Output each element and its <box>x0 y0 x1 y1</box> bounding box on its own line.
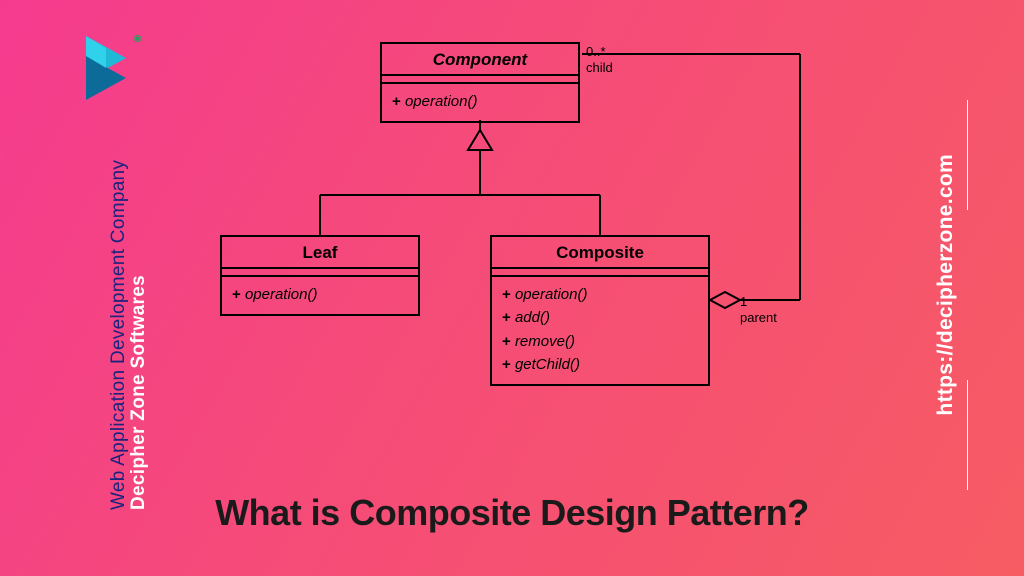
assoc-child-role: child <box>586 60 613 75</box>
uml-class-composite: Composite operation() add() remove() get… <box>490 235 710 386</box>
assoc-child-mult: 0..* <box>586 44 606 59</box>
page-title: What is Composite Design Pattern? <box>0 492 1024 534</box>
uml-op: remove() <box>502 330 698 353</box>
uml-op: operation() <box>392 90 568 113</box>
company-text-block: Web Application Development Company Deci… <box>108 130 150 510</box>
uml-diagram: Component operation() Leaf operation() C… <box>200 30 900 450</box>
uml-ops-list: operation() <box>382 84 578 121</box>
uml-separator <box>222 269 418 277</box>
uml-class-component: Component operation() <box>380 42 580 123</box>
uml-class-name: Composite <box>492 237 708 269</box>
brand-url: https://decipherzone.com <box>934 154 958 416</box>
uml-class-leaf: Leaf operation() <box>220 235 420 316</box>
url-block: https://decipherzone.com <box>934 90 958 480</box>
assoc-parent-mult: 1 <box>740 294 747 309</box>
uml-ops-list: operation() <box>222 277 418 314</box>
url-divider-top <box>967 100 969 210</box>
company-tagline: Web Application Development Company <box>108 130 130 510</box>
uml-separator <box>382 76 578 84</box>
brand-logo: ® <box>78 28 148 113</box>
uml-class-name: Leaf <box>222 237 418 269</box>
uml-class-name: Component <box>382 44 578 76</box>
uml-op: add() <box>502 306 698 329</box>
uml-op: operation() <box>502 283 698 306</box>
svg-text:®: ® <box>134 34 142 45</box>
url-divider-bottom <box>967 380 969 490</box>
uml-separator <box>492 269 708 277</box>
uml-op: operation() <box>232 283 408 306</box>
uml-op: getChild() <box>502 353 698 376</box>
assoc-parent-role: parent <box>740 310 777 325</box>
company-name: Decipher Zone Softwares <box>128 130 150 510</box>
uml-ops-list: operation() add() remove() getChild() <box>492 277 708 384</box>
